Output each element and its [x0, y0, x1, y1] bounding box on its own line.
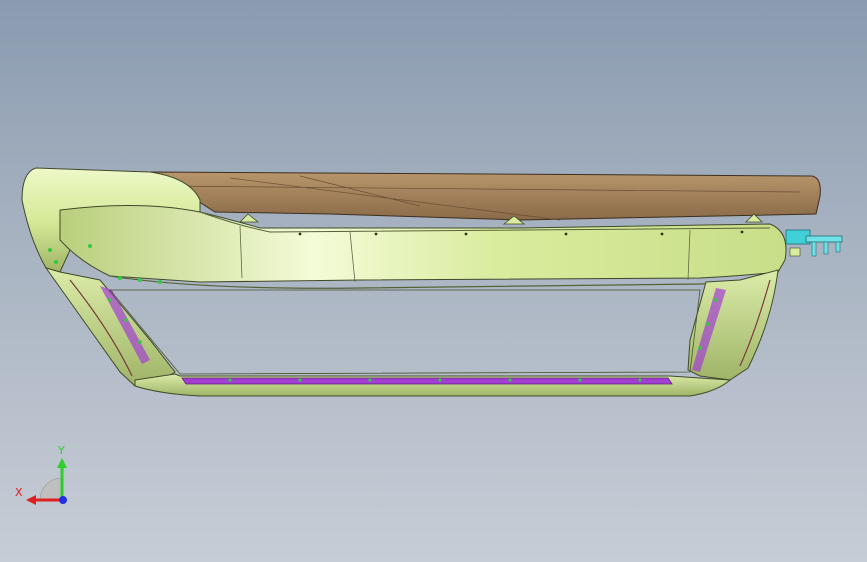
cad-3d-viewport[interactable]: Y X: [0, 0, 867, 562]
sunroof-frame-model[interactable]: [0, 0, 867, 562]
clip-assembly-right: [785, 229, 843, 257]
z-axis-dot-icon: [59, 496, 67, 504]
x-axis-arrow-icon: [26, 495, 36, 505]
frame-opening: [109, 289, 701, 375]
frame-rear-beam: [134, 373, 732, 397]
x-axis-label: X: [15, 486, 23, 499]
axis-triad: Y X: [15, 444, 67, 505]
y-axis-arrow-icon: [57, 458, 67, 468]
y-axis-label: Y: [57, 444, 65, 457]
rear-beam-seal: [181, 377, 673, 385]
glass-panel: [148, 171, 821, 221]
triad-base-sector: [39, 477, 63, 501]
